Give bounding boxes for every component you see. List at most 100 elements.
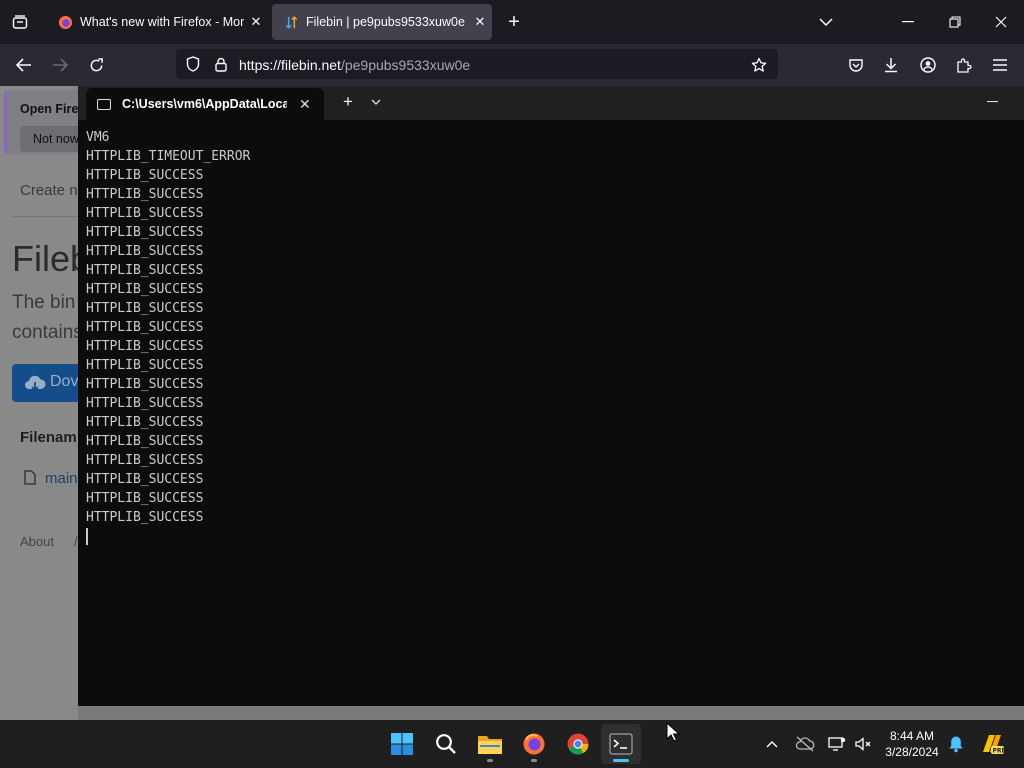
close-tab-icon[interactable]: ✕ bbox=[244, 14, 268, 30]
terminal-line: HTTPLIB_SUCCESS bbox=[86, 434, 204, 449]
footer-about-link[interactable]: About bbox=[20, 534, 54, 549]
file-explorer-button[interactable] bbox=[470, 724, 510, 764]
terminal-line: HTTPLIB_SUCCESS bbox=[86, 472, 204, 487]
chrome-taskbar-button[interactable] bbox=[558, 724, 598, 764]
system-clock[interactable]: 8:44 AM 3/28/2024 bbox=[880, 728, 944, 760]
bookmark-star-icon[interactable] bbox=[748, 54, 770, 76]
create-new-bin-link[interactable]: Create n bbox=[20, 182, 78, 199]
start-button[interactable] bbox=[382, 724, 422, 764]
tab-title: What's new with Firefox - More bbox=[80, 15, 244, 29]
terminal-line: HTTPLIB_SUCCESS bbox=[86, 282, 204, 297]
running-indicator bbox=[487, 759, 493, 762]
terminal-line: HTTPLIB_SUCCESS bbox=[86, 396, 204, 411]
tab-title: Filebin | pe9pubs9533xuw0e bbox=[306, 15, 465, 29]
firefox-tab-bar: What's new with Firefox - More ✕ Filebin… bbox=[0, 0, 1024, 44]
terminal-line: HTTPLIB_SUCCESS bbox=[86, 339, 204, 354]
page-scroll-strip bbox=[78, 706, 1024, 720]
url-text[interactable]: https://filebin.net/pe9pubs9533xuw0e bbox=[239, 57, 470, 73]
volume-muted-icon[interactable] bbox=[852, 733, 874, 755]
bin-description-line-2: contains bbox=[12, 322, 83, 343]
terminal-window: C:\Users\vm6\AppData\Local\ ✕ + VM6 HTTPL… bbox=[78, 86, 1024, 706]
tab-overview-icon[interactable] bbox=[8, 10, 32, 34]
terminal-line: HTTPLIB_SUCCESS bbox=[86, 510, 204, 525]
terminal-line: HTTPLIB_SUCCESS bbox=[86, 301, 204, 316]
list-tabs-icon[interactable] bbox=[814, 10, 838, 34]
close-terminal-tab-icon[interactable]: ✕ bbox=[299, 96, 311, 113]
running-indicator bbox=[531, 759, 537, 762]
back-icon[interactable] bbox=[12, 53, 36, 77]
terminal-line: HTTPLIB_SUCCESS bbox=[86, 168, 204, 183]
reload-icon[interactable] bbox=[84, 53, 108, 77]
terminal-line: HTTPLIB_SUCCESS bbox=[86, 453, 204, 468]
restore-icon[interactable] bbox=[943, 10, 967, 34]
pocket-icon[interactable] bbox=[845, 54, 867, 76]
terminal-line: HTTPLIB_SUCCESS bbox=[86, 320, 204, 335]
file-link[interactable]: main bbox=[45, 470, 78, 487]
terminal-tab[interactable]: C:\Users\vm6\AppData\Local\ ✕ bbox=[86, 88, 324, 120]
notification-bell-icon[interactable] bbox=[946, 733, 966, 755]
divider bbox=[12, 216, 82, 217]
terminal-title-bar: C:\Users\vm6\AppData\Local\ ✕ + bbox=[78, 86, 1024, 120]
filebin-icon bbox=[284, 15, 299, 30]
terminal-output[interactable]: VM6 HTTPLIB_TIMEOUT_ERROR HTTPLIB_SUCCESS H… bbox=[86, 128, 250, 545]
terminal-line: HTTPLIB_SUCCESS bbox=[86, 491, 204, 506]
terminal-minimize-icon[interactable] bbox=[980, 92, 1004, 112]
start-icon bbox=[391, 733, 413, 755]
banner-title: Open Firef bbox=[20, 102, 83, 116]
shield-icon[interactable] bbox=[184, 55, 202, 73]
menu-icon[interactable] bbox=[989, 54, 1011, 76]
close-tab-icon[interactable]: ✕ bbox=[468, 14, 492, 30]
cloud-download-icon bbox=[24, 374, 46, 397]
show-hidden-icons-chevron-icon[interactable] bbox=[762, 733, 782, 755]
firefox-icon bbox=[523, 733, 545, 755]
terminal-line: HTTPLIB_TIMEOUT_ERROR bbox=[86, 149, 251, 164]
terminal-new-tab-button[interactable]: + bbox=[338, 92, 358, 112]
terminal-line: VM6 bbox=[86, 130, 110, 145]
downloads-icon[interactable] bbox=[880, 54, 902, 76]
clock-date: 3/28/2024 bbox=[885, 745, 939, 759]
search-icon bbox=[436, 734, 456, 754]
desktop: What's new with Firefox - More ✕ Filebin… bbox=[0, 0, 1024, 768]
new-tab-button[interactable]: + bbox=[502, 10, 526, 34]
terminal-line: HTTPLIB_SUCCESS bbox=[86, 244, 204, 259]
onedrive-offline-icon[interactable] bbox=[794, 733, 816, 755]
tab-whats-new[interactable]: What's new with Firefox - More ✕ bbox=[46, 4, 268, 40]
active-indicator bbox=[613, 759, 629, 762]
terminal-icon bbox=[609, 733, 633, 755]
account-icon[interactable] bbox=[917, 54, 939, 76]
clock-time: 8:44 AM bbox=[889, 729, 935, 743]
firefox-icon bbox=[58, 15, 73, 30]
tab-filebin[interactable]: Filebin | pe9pubs9533xuw0e ✕ bbox=[272, 4, 492, 40]
terminal-line: HTTPLIB_SUCCESS bbox=[86, 263, 204, 278]
file-icon bbox=[24, 470, 36, 490]
copilot-preview-icon[interactable]: PRE bbox=[978, 733, 1006, 755]
terminal-tab-title: C:\Users\vm6\AppData\Local\ bbox=[122, 97, 287, 111]
file-explorer-icon bbox=[478, 736, 502, 754]
extensions-icon[interactable] bbox=[953, 54, 975, 76]
terminal-line: HTTPLIB_SUCCESS bbox=[86, 206, 204, 221]
terminal-line: HTTPLIB_SUCCESS bbox=[86, 377, 204, 392]
minimize-icon[interactable] bbox=[896, 10, 920, 34]
terminal-taskbar-button[interactable] bbox=[601, 724, 641, 764]
cmd-icon bbox=[97, 98, 111, 110]
svg-text:PRE: PRE bbox=[993, 748, 1006, 755]
terminal-line: HTTPLIB_SUCCESS bbox=[86, 187, 204, 202]
forward-icon[interactable] bbox=[48, 53, 72, 77]
chrome-icon bbox=[567, 733, 589, 755]
lock-icon[interactable] bbox=[212, 55, 230, 73]
terminal-line: HTTPLIB_SUCCESS bbox=[86, 358, 204, 373]
download-label: Dov bbox=[50, 373, 79, 390]
terminal-dropdown-icon[interactable] bbox=[366, 92, 386, 112]
url-domain: https://filebin.net bbox=[239, 57, 341, 73]
taskbar-search-button[interactable] bbox=[426, 724, 466, 764]
network-icon[interactable] bbox=[826, 733, 848, 755]
close-window-icon[interactable] bbox=[989, 10, 1013, 34]
terminal-line: HTTPLIB_SUCCESS bbox=[86, 415, 204, 430]
bin-description-line-1: The bin bbox=[12, 292, 76, 313]
mouse-cursor-icon bbox=[666, 721, 681, 747]
text-cursor bbox=[86, 528, 88, 545]
url-path: /pe9pubs9533xuw0e bbox=[340, 57, 471, 73]
terminal-line: HTTPLIB_SUCCESS bbox=[86, 225, 204, 240]
filename-column-header: Filenam bbox=[20, 429, 77, 446]
firefox-taskbar-button[interactable] bbox=[514, 724, 554, 764]
